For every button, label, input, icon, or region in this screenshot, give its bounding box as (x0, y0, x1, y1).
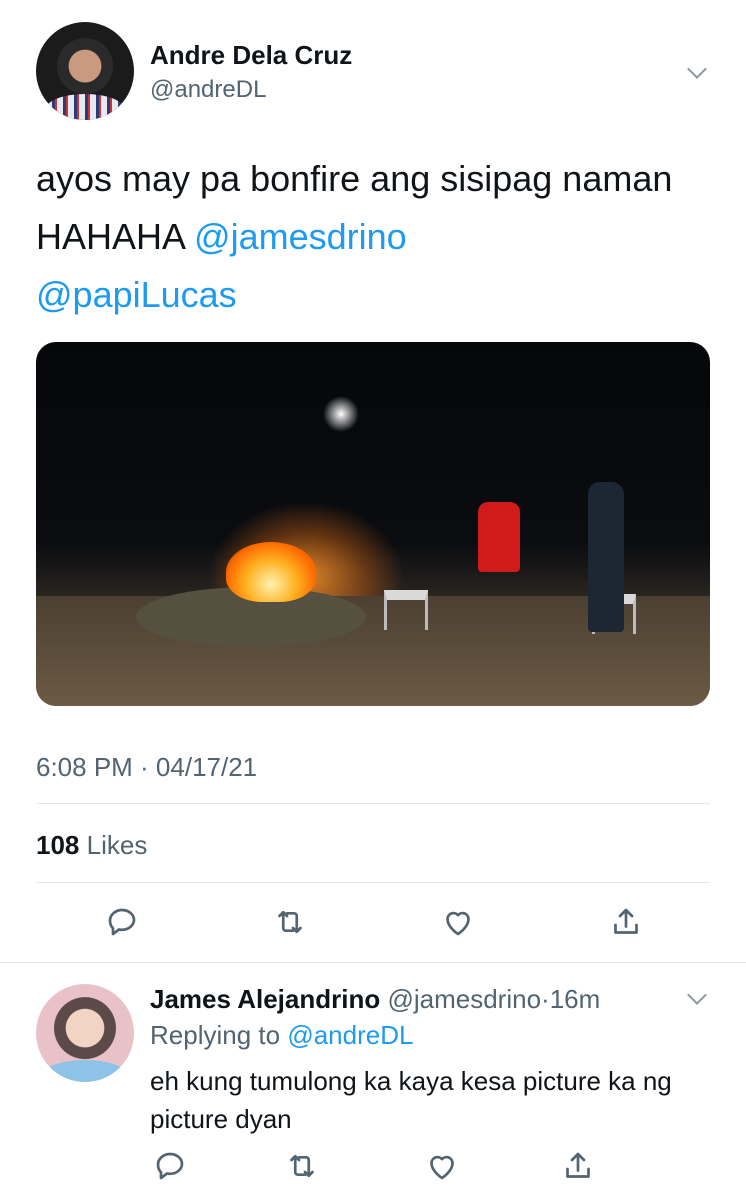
reply-time[interactable]: 16m (550, 984, 601, 1014)
share-icon[interactable] (560, 1148, 596, 1184)
tweet-timestamp[interactable]: 6:08 PM · 04/17/21 (36, 752, 257, 783)
photo-stool (384, 590, 428, 630)
divider (36, 882, 710, 883)
reply-header: James Alejandrino @jamesdrino·16m (150, 984, 600, 1015)
photo-person (588, 482, 624, 632)
mention-link[interactable]: @jamesdrino (194, 216, 407, 257)
reply-author-name[interactable]: James Alejandrino (150, 984, 380, 1014)
likes-count[interactable]: 108 Likes (36, 830, 147, 861)
like-icon[interactable] (424, 1148, 460, 1184)
likes-label: Likes (86, 830, 148, 860)
reply-text: eh kung tumulong ka kaya kesa picture ka… (150, 1066, 672, 1134)
divider (36, 803, 710, 804)
meta-dot: · (541, 984, 550, 1014)
likes-number: 108 (36, 830, 80, 860)
mention-link[interactable]: @papiLucas (36, 274, 237, 315)
share-icon[interactable] (608, 904, 644, 940)
chevron-down-icon[interactable] (687, 985, 707, 1005)
reply-icon[interactable] (152, 1148, 188, 1184)
photo-fire (226, 542, 316, 602)
tweet-text: ayos may pa bonfire ang sisipag naman HA… (36, 150, 696, 324)
replying-to-label: Replying to (150, 1020, 288, 1050)
reply-author-handle[interactable]: @jamesdrino (387, 984, 541, 1014)
chevron-down-icon[interactable] (687, 59, 707, 79)
avatar-shirt (46, 94, 124, 120)
like-icon[interactable] (440, 904, 476, 940)
author-name[interactable]: Andre Dela Cruz (150, 40, 352, 71)
photo-person (478, 502, 520, 572)
avatar-shirt (44, 1060, 126, 1082)
tweet-photo[interactable] (36, 342, 710, 706)
author-avatar[interactable] (36, 22, 134, 120)
replying-to: Replying to @andreDL (150, 1020, 413, 1051)
reply-author-avatar[interactable] (36, 984, 134, 1082)
retweet-icon[interactable] (272, 904, 308, 940)
reply-icon[interactable] (104, 904, 140, 940)
section-separator (0, 962, 746, 963)
author-handle[interactable]: @andreDL (150, 76, 266, 104)
replying-to-link[interactable]: @andreDL (287, 1020, 413, 1050)
retweet-icon[interactable] (284, 1148, 320, 1184)
